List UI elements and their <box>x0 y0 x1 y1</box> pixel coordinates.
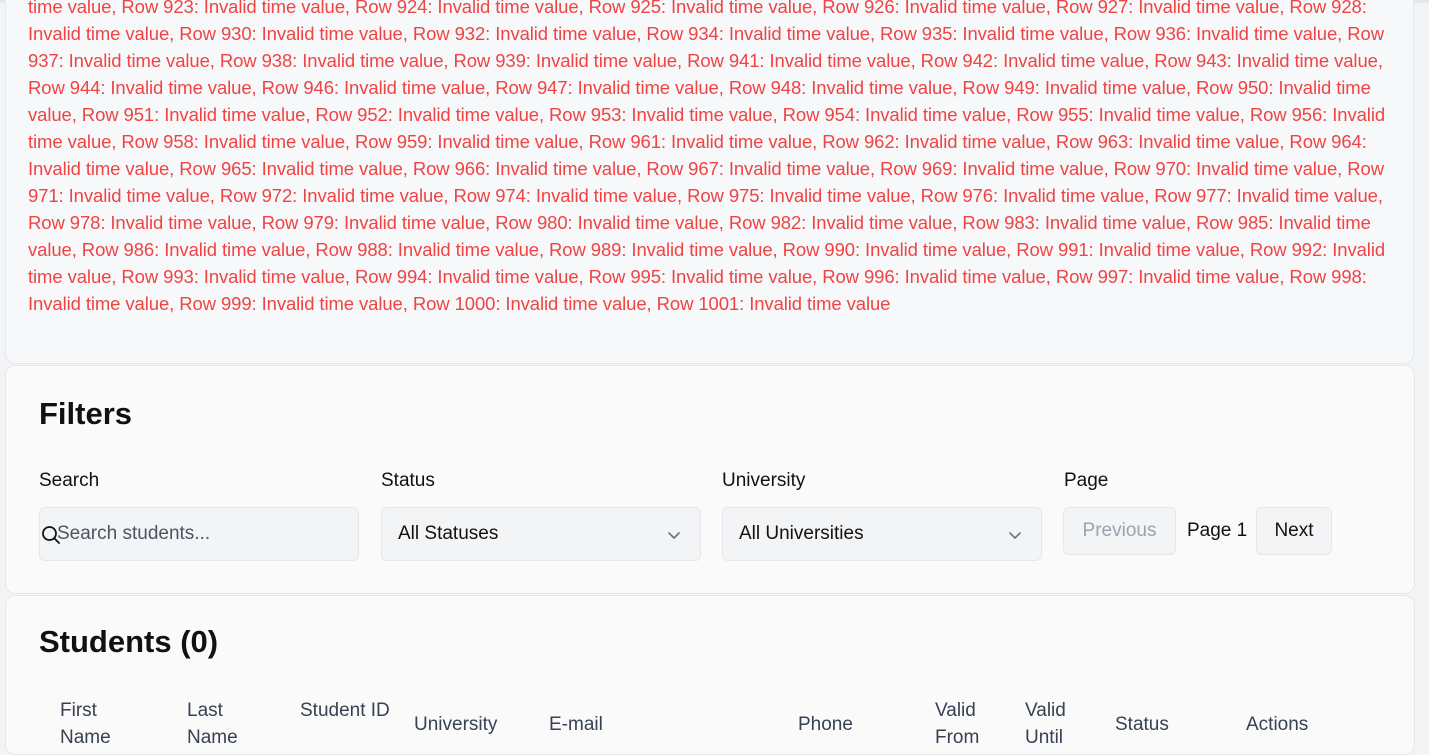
status-select[interactable]: All Statuses <box>381 507 701 561</box>
next-page-button[interactable]: Next <box>1256 507 1332 555</box>
page-indicator: Page 1 <box>1187 520 1248 541</box>
import-errors-panel: time value, Row 923: Invalid time value,… <box>5 0 1414 364</box>
chevron-down-icon <box>1009 532 1021 539</box>
search-input[interactable] <box>40 508 358 560</box>
column-header-valid-until[interactable]: Valid Until <box>1025 697 1085 751</box>
column-header-email[interactable]: E-mail <box>549 711 603 738</box>
column-header-first-name[interactable]: First Name <box>60 697 140 751</box>
university-select-value: All Universities <box>739 523 864 544</box>
status-label: Status <box>381 470 435 491</box>
status-select-value: All Statuses <box>398 523 499 544</box>
column-header-last-name[interactable]: Last Name <box>187 697 257 751</box>
students-title: Students (0) <box>39 624 219 659</box>
chevron-down-icon <box>668 532 680 539</box>
search-label: Search <box>39 470 100 491</box>
university-label: University <box>722 470 806 491</box>
column-header-valid-from[interactable]: Valid From <box>935 697 995 751</box>
search-icon <box>42 526 60 544</box>
previous-page-button[interactable]: Previous <box>1063 507 1176 555</box>
column-header-student-id[interactable]: Student ID <box>300 697 390 724</box>
column-header-phone[interactable]: Phone <box>798 711 853 738</box>
import-errors-text: time value, Row 923: Invalid time value,… <box>28 0 1386 314</box>
column-header-actions: Actions <box>1246 714 1309 735</box>
search-field[interactable] <box>39 507 359 561</box>
filters-title: Filters <box>39 396 133 431</box>
students-card: Students (0) First Name Last Name Studen… <box>5 595 1415 755</box>
university-select[interactable]: All Universities <box>722 507 1042 561</box>
column-header-university[interactable]: University <box>414 711 497 738</box>
page-label: Page <box>1064 470 1109 491</box>
column-header-status[interactable]: Status <box>1115 711 1169 738</box>
filters-card: Filters Search Status All Statuses Unive… <box>5 365 1415 594</box>
